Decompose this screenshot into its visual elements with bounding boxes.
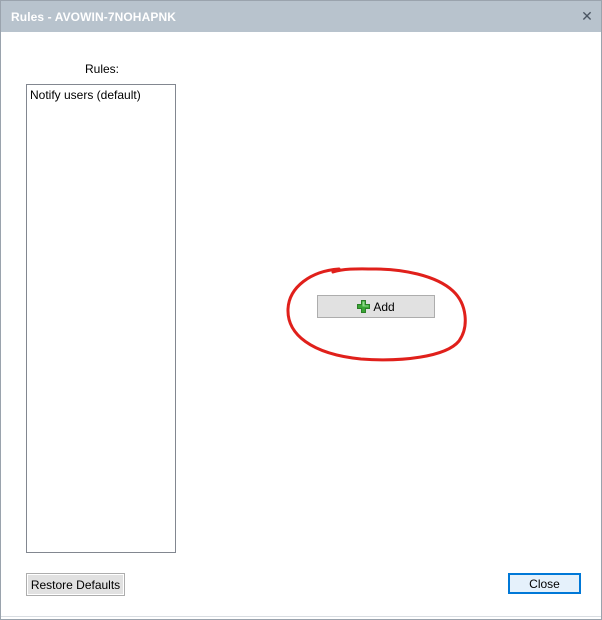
close-button-label: Close — [529, 576, 560, 591]
rules-label: Rules: — [85, 62, 120, 76]
restore-defaults-label: Restore Defaults — [30, 577, 121, 592]
rules-dialog: Rules - AVOWIN-7NOHAPNK ✕ Rules: Notify … — [0, 0, 602, 620]
close-button[interactable]: Close — [508, 573, 581, 594]
restore-defaults-button[interactable]: Restore Defaults — [26, 573, 125, 596]
close-icon[interactable]: ✕ — [579, 8, 595, 24]
add-button-label: Add — [373, 299, 395, 314]
window-title: Rules - AVOWIN-7NOHAPNK — [11, 10, 176, 24]
add-button[interactable]: Add — [317, 295, 435, 318]
list-item[interactable]: Notify users (default) — [30, 88, 141, 102]
plus-icon — [357, 300, 371, 313]
bottom-divider — [1, 616, 601, 617]
rules-list[interactable]: Notify users (default) — [26, 84, 176, 553]
title-bar[interactable]: Rules - AVOWIN-7NOHAPNK ✕ — [1, 1, 601, 32]
